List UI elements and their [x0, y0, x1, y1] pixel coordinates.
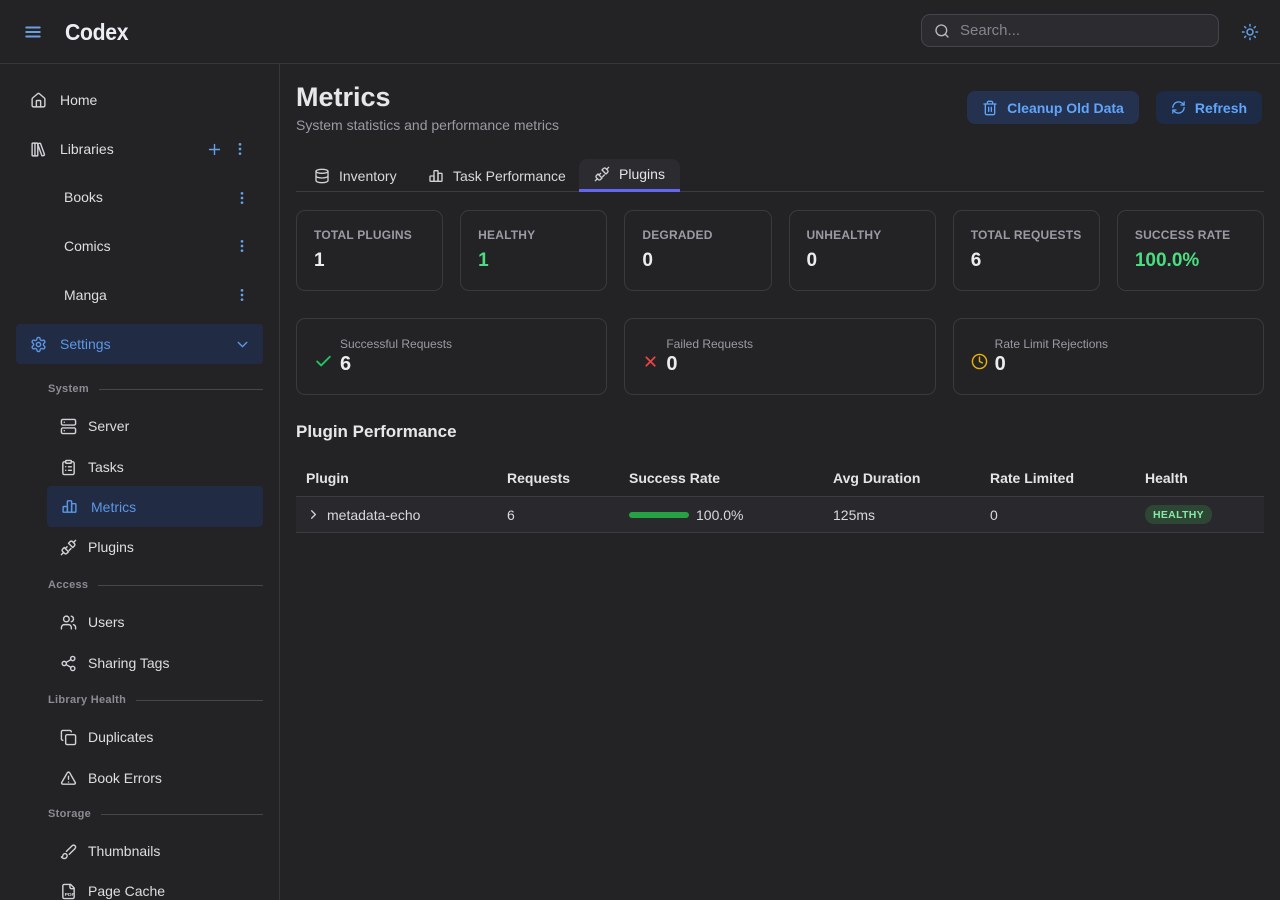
svg-text:PDF: PDF — [65, 891, 75, 897]
